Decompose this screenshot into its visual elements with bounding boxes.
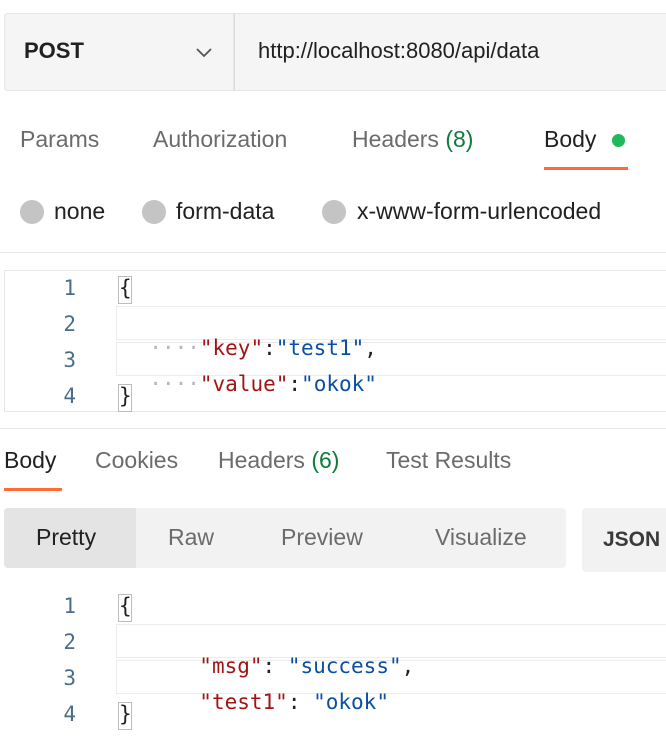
headers-count-badge: (8) <box>445 126 474 152</box>
radio-none[interactable] <box>20 200 44 224</box>
response-tab-cookies[interactable]: Cookies <box>95 447 178 474</box>
tab-headers[interactable]: Headers (8) <box>352 126 473 153</box>
json-colon: : <box>288 372 302 396</box>
url-value: http://localhost:8080/api/data <box>258 38 540 63</box>
view-mode-raw[interactable]: Raw <box>168 524 214 551</box>
section-divider <box>0 252 666 253</box>
format-select-label: JSON <box>603 528 661 551</box>
section-divider <box>0 428 666 429</box>
line-number: 2 <box>63 312 76 336</box>
radio-none-label: none <box>54 198 106 224</box>
json-comma: , <box>401 654 415 678</box>
json-key: "value" <box>199 372 289 396</box>
indent-whitespace: ···· <box>149 372 200 396</box>
radio-form-data[interactable] <box>142 200 166 224</box>
open-brace: { <box>119 594 132 618</box>
view-mode-preview[interactable]: Preview <box>281 524 363 551</box>
tab-headers-label: Headers <box>352 126 439 152</box>
line-number: 1 <box>63 276 76 300</box>
line-number: 3 <box>63 666 76 690</box>
close-brace: } <box>119 702 132 726</box>
line-number: 2 <box>63 630 76 654</box>
active-tab-underline <box>544 167 628 170</box>
chevron-down-icon[interactable] <box>194 42 214 62</box>
body-indicator-dot <box>612 134 625 147</box>
json-value: "okok" <box>301 372 377 396</box>
json-value: "okok" <box>313 690 389 714</box>
radio-urlencoded-label: x-www-form-urlencoded <box>357 198 602 224</box>
response-tab-test-results[interactable]: Test Results <box>386 447 511 474</box>
json-colon: : <box>287 690 314 714</box>
close-brace: } <box>119 384 132 408</box>
view-mode-pretty[interactable]: Pretty <box>36 524 96 551</box>
response-code-line-3: "test1": "okok" <box>174 666 389 714</box>
open-brace: { <box>119 276 132 300</box>
active-response-tab-underline <box>4 488 62 491</box>
code-line-3: ····"value":"okok" <box>124 348 377 396</box>
response-tab-headers[interactable]: Headers (6) <box>218 447 339 474</box>
json-key: "test1" <box>199 690 288 714</box>
radio-form-data-label: form-data <box>176 198 275 224</box>
tab-body[interactable]: Body <box>544 126 596 153</box>
line-number: 1 <box>63 594 76 618</box>
response-tab-headers-label: Headers <box>218 447 305 473</box>
line-number: 3 <box>63 348 76 372</box>
view-mode-visualize[interactable]: Visualize <box>435 524 527 551</box>
tab-params[interactable]: Params <box>20 126 99 153</box>
radio-urlencoded[interactable] <box>322 200 346 224</box>
tab-authorization[interactable]: Authorization <box>153 126 287 153</box>
response-tab-body[interactable]: Body <box>4 447 56 474</box>
line-number: 4 <box>63 702 76 726</box>
line-number: 4 <box>63 384 76 408</box>
method-label: POST <box>24 38 84 63</box>
response-headers-count-badge: (6) <box>311 447 340 473</box>
